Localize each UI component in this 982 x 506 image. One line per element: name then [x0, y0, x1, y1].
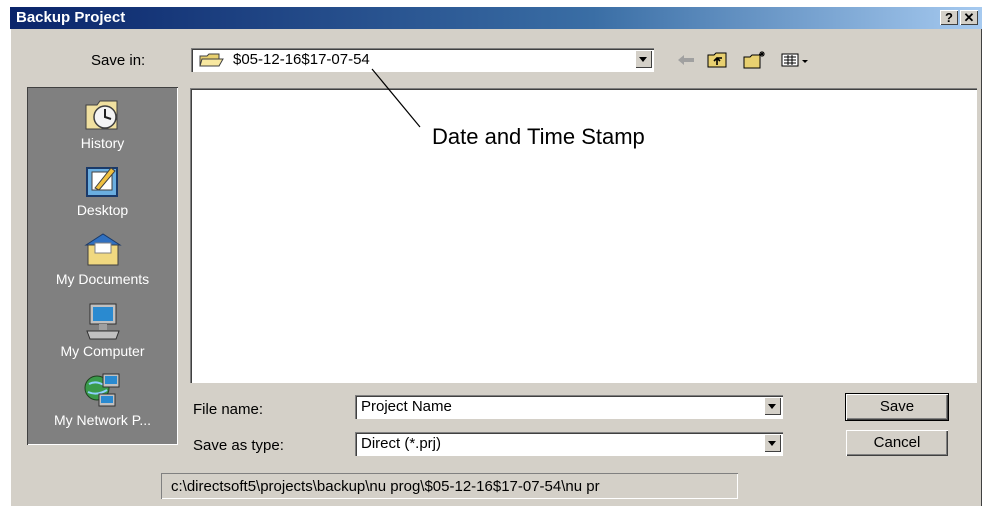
cancel-button[interactable]: Cancel — [846, 430, 948, 456]
views-menu-icon[interactable] — [781, 50, 811, 70]
title-bar[interactable]: Backup Project ? ✕ — [10, 7, 982, 29]
places-my-computer-label: My Computer — [60, 343, 145, 359]
annotation-date-time-stamp: Date and Time Stamp — [432, 124, 645, 149]
places-my-network-places-label: My Network P... — [54, 412, 151, 428]
save-as-type-value: Direct (*.prj) — [361, 435, 442, 452]
desktop-icon — [85, 167, 118, 197]
places-my-documents-label: My Documents — [55, 271, 150, 287]
places-my-computer[interactable]: My Computer — [27, 301, 178, 359]
help-button[interactable]: ? — [940, 10, 958, 25]
window-title: Backup Project — [16, 9, 126, 26]
path-text: c:\directsoft5\projects\backup\nu prog\$… — [171, 478, 600, 495]
save-in-dropdown-arrow[interactable] — [635, 50, 652, 68]
history-icon — [85, 100, 117, 130]
annotation-pointer-line — [371, 68, 421, 128]
places-my-documents[interactable]: My Documents — [27, 231, 178, 287]
back-arrow-icon[interactable] — [676, 50, 696, 70]
my-computer-icon — [85, 303, 120, 340]
places-desktop-label: Desktop — [76, 202, 129, 218]
file-name-input[interactable]: Project Name — [361, 398, 452, 415]
save-button[interactable]: Save — [845, 393, 949, 421]
places-bar: History Desktop My Documents My Computer… — [27, 87, 178, 445]
places-history[interactable]: History — [27, 95, 178, 151]
places-my-network-places[interactable]: My Network P... — [27, 370, 178, 428]
folder-icon — [199, 53, 224, 67]
close-button[interactable]: ✕ — [960, 10, 978, 25]
path-status-field: c:\directsoft5\projects\backup\nu prog\$… — [161, 473, 738, 499]
file-name-dropdown-arrow[interactable] — [764, 397, 781, 415]
backup-project-dialog: Backup Project ? ✕ Save in: $05-12-16$17… — [10, 7, 982, 506]
save-as-type-dropdown-arrow[interactable] — [764, 434, 781, 452]
my-documents-icon — [83, 233, 122, 266]
save-in-value: $05-12-16$17-07-54 — [233, 51, 370, 68]
save-as-type-label: Save as type: — [193, 437, 284, 454]
save-in-label: Save in: — [91, 52, 146, 69]
my-network-places-icon — [84, 373, 119, 407]
up-folder-icon[interactable] — [707, 50, 729, 70]
save-as-type-combo[interactable]: Direct (*.prj) — [355, 432, 783, 456]
file-name-combo[interactable]: Project Name — [355, 395, 783, 419]
places-history-label: History — [80, 135, 125, 151]
places-desktop[interactable]: Desktop — [27, 162, 178, 218]
file-name-label: File name: — [193, 401, 264, 418]
new-folder-icon[interactable] — [743, 50, 767, 70]
